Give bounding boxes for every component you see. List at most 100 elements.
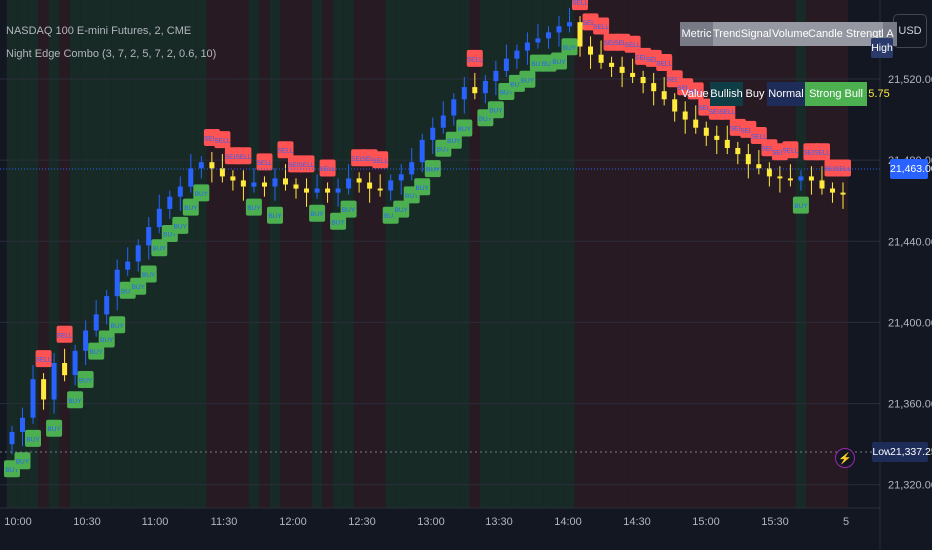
bear-candle xyxy=(62,363,68,376)
bull-candle xyxy=(514,50,520,59)
session-band xyxy=(248,0,260,508)
session-band xyxy=(175,0,186,508)
buy-signal-text: BUY xyxy=(416,185,430,192)
bear-candle xyxy=(472,87,478,94)
time-tick-label: 15:00 xyxy=(692,516,720,528)
lightning-icon[interactable]: ⚡ xyxy=(835,448,855,468)
buy-signal-text: BUY xyxy=(79,378,93,385)
session-band xyxy=(353,0,365,508)
buy-signal-label: BUY xyxy=(487,101,504,119)
buy-signal-label: BUY xyxy=(792,196,809,214)
session-band xyxy=(301,0,312,508)
session-band xyxy=(827,0,838,508)
sell-signal-label: SELL xyxy=(814,143,830,161)
session-band xyxy=(438,0,449,508)
session-band xyxy=(816,0,828,508)
session-band xyxy=(795,0,807,508)
buy-signal-label: BUY xyxy=(67,391,84,409)
buy-signal-text: BUY xyxy=(174,223,188,230)
sell-signal-label: SELL xyxy=(466,49,483,67)
sell-signal-text: SELL xyxy=(782,148,798,155)
time-tick-label: 11:30 xyxy=(211,516,238,528)
bull-candle xyxy=(388,180,394,191)
price-tick-label: 21,400.00 xyxy=(888,317,932,329)
buy-signal-text: BUY xyxy=(132,284,146,291)
session-band xyxy=(543,0,554,508)
buy-signal-label: BUY xyxy=(14,452,31,470)
bull-candle xyxy=(167,196,173,209)
session-band xyxy=(690,0,701,508)
session-band xyxy=(332,0,344,508)
time-tick-label: 13:30 xyxy=(485,516,513,528)
buy-signal-text: BUY xyxy=(195,191,209,198)
sell-signal-text: SELL xyxy=(372,158,388,165)
bear-candle xyxy=(325,188,331,193)
buy-signal-text: BUY xyxy=(458,126,472,133)
bear-candle xyxy=(293,184,299,189)
session-band xyxy=(80,0,91,508)
bull-candle xyxy=(493,70,499,81)
low-tag: Low xyxy=(872,442,892,462)
session-band xyxy=(69,0,81,508)
bear-candle xyxy=(230,176,236,181)
buy-signal-text: BUY xyxy=(489,108,503,115)
currency-button[interactable]: USD xyxy=(893,14,927,48)
bear-candle xyxy=(714,135,720,140)
sell-signal-label: SELL xyxy=(835,159,851,177)
table-value-candle-strength: Strong Bull xyxy=(805,82,867,106)
table-header-metric: Metric xyxy=(680,22,713,46)
time-tick-label: 10:30 xyxy=(73,516,101,528)
sell-signal-label: SELL xyxy=(372,151,389,169)
sell-signal-text: SELL xyxy=(214,138,230,145)
session-band xyxy=(743,0,754,508)
time-tick-label: 11:00 xyxy=(142,516,169,528)
buy-signal-text: BUY xyxy=(426,167,440,174)
bull-candle xyxy=(83,330,89,351)
price-tick-label: 21,520.00 xyxy=(888,74,932,86)
session-band xyxy=(722,0,733,508)
bear-candle xyxy=(808,176,814,181)
buy-signal-label: BUY xyxy=(140,265,157,283)
bull-candle xyxy=(482,81,488,94)
buy-signal-text: BUY xyxy=(184,205,198,212)
price-tick-label: 21,360.00 xyxy=(888,399,932,411)
session-band xyxy=(196,0,207,508)
buy-signal-label: BUY xyxy=(456,119,473,137)
bear-candle xyxy=(745,154,751,165)
bear-candle xyxy=(356,178,362,183)
session-band xyxy=(417,0,428,508)
session-band xyxy=(837,0,849,508)
buy-signal-text: BUY xyxy=(16,459,30,466)
time-tick-label: 5 xyxy=(843,516,849,528)
bull-candle xyxy=(314,188,320,193)
sell-signal-label: SELL xyxy=(256,153,273,171)
bear-candle xyxy=(219,168,225,177)
session-band xyxy=(595,0,607,508)
session-band xyxy=(311,0,323,508)
sell-signal-text: SELL xyxy=(814,150,830,157)
sell-signal-text: SELL xyxy=(593,24,609,31)
bear-candle xyxy=(598,54,604,63)
buy-signal-text: BUY xyxy=(395,207,409,214)
session-band xyxy=(564,0,575,508)
bear-candle xyxy=(787,178,793,181)
bear-candle xyxy=(756,164,762,169)
session-band xyxy=(574,0,586,508)
buy-signal-text: BUY xyxy=(90,349,104,356)
bear-candle xyxy=(240,180,246,187)
indicator-title[interactable]: Night Edge Combo (3, 7, 2, 5, 7, 2, 0.6,… xyxy=(6,48,216,60)
bear-candle xyxy=(609,62,615,67)
table-header-trend: Trend xyxy=(713,22,740,46)
bear-candle xyxy=(735,148,741,155)
session-band xyxy=(111,0,123,508)
high-tag: High xyxy=(871,38,893,58)
session-band xyxy=(806,0,817,508)
bull-candle xyxy=(556,26,562,33)
time-tick-label: 12:00 xyxy=(279,516,307,528)
symbol-title[interactable]: NASDAQ 100 E-mini Futures, 2, CME xyxy=(6,25,191,37)
buy-signal-text: BUY xyxy=(247,205,261,212)
bull-candle xyxy=(51,363,57,400)
bear-candle xyxy=(840,192,846,195)
session-band xyxy=(217,0,228,508)
bull-candle xyxy=(461,87,467,100)
